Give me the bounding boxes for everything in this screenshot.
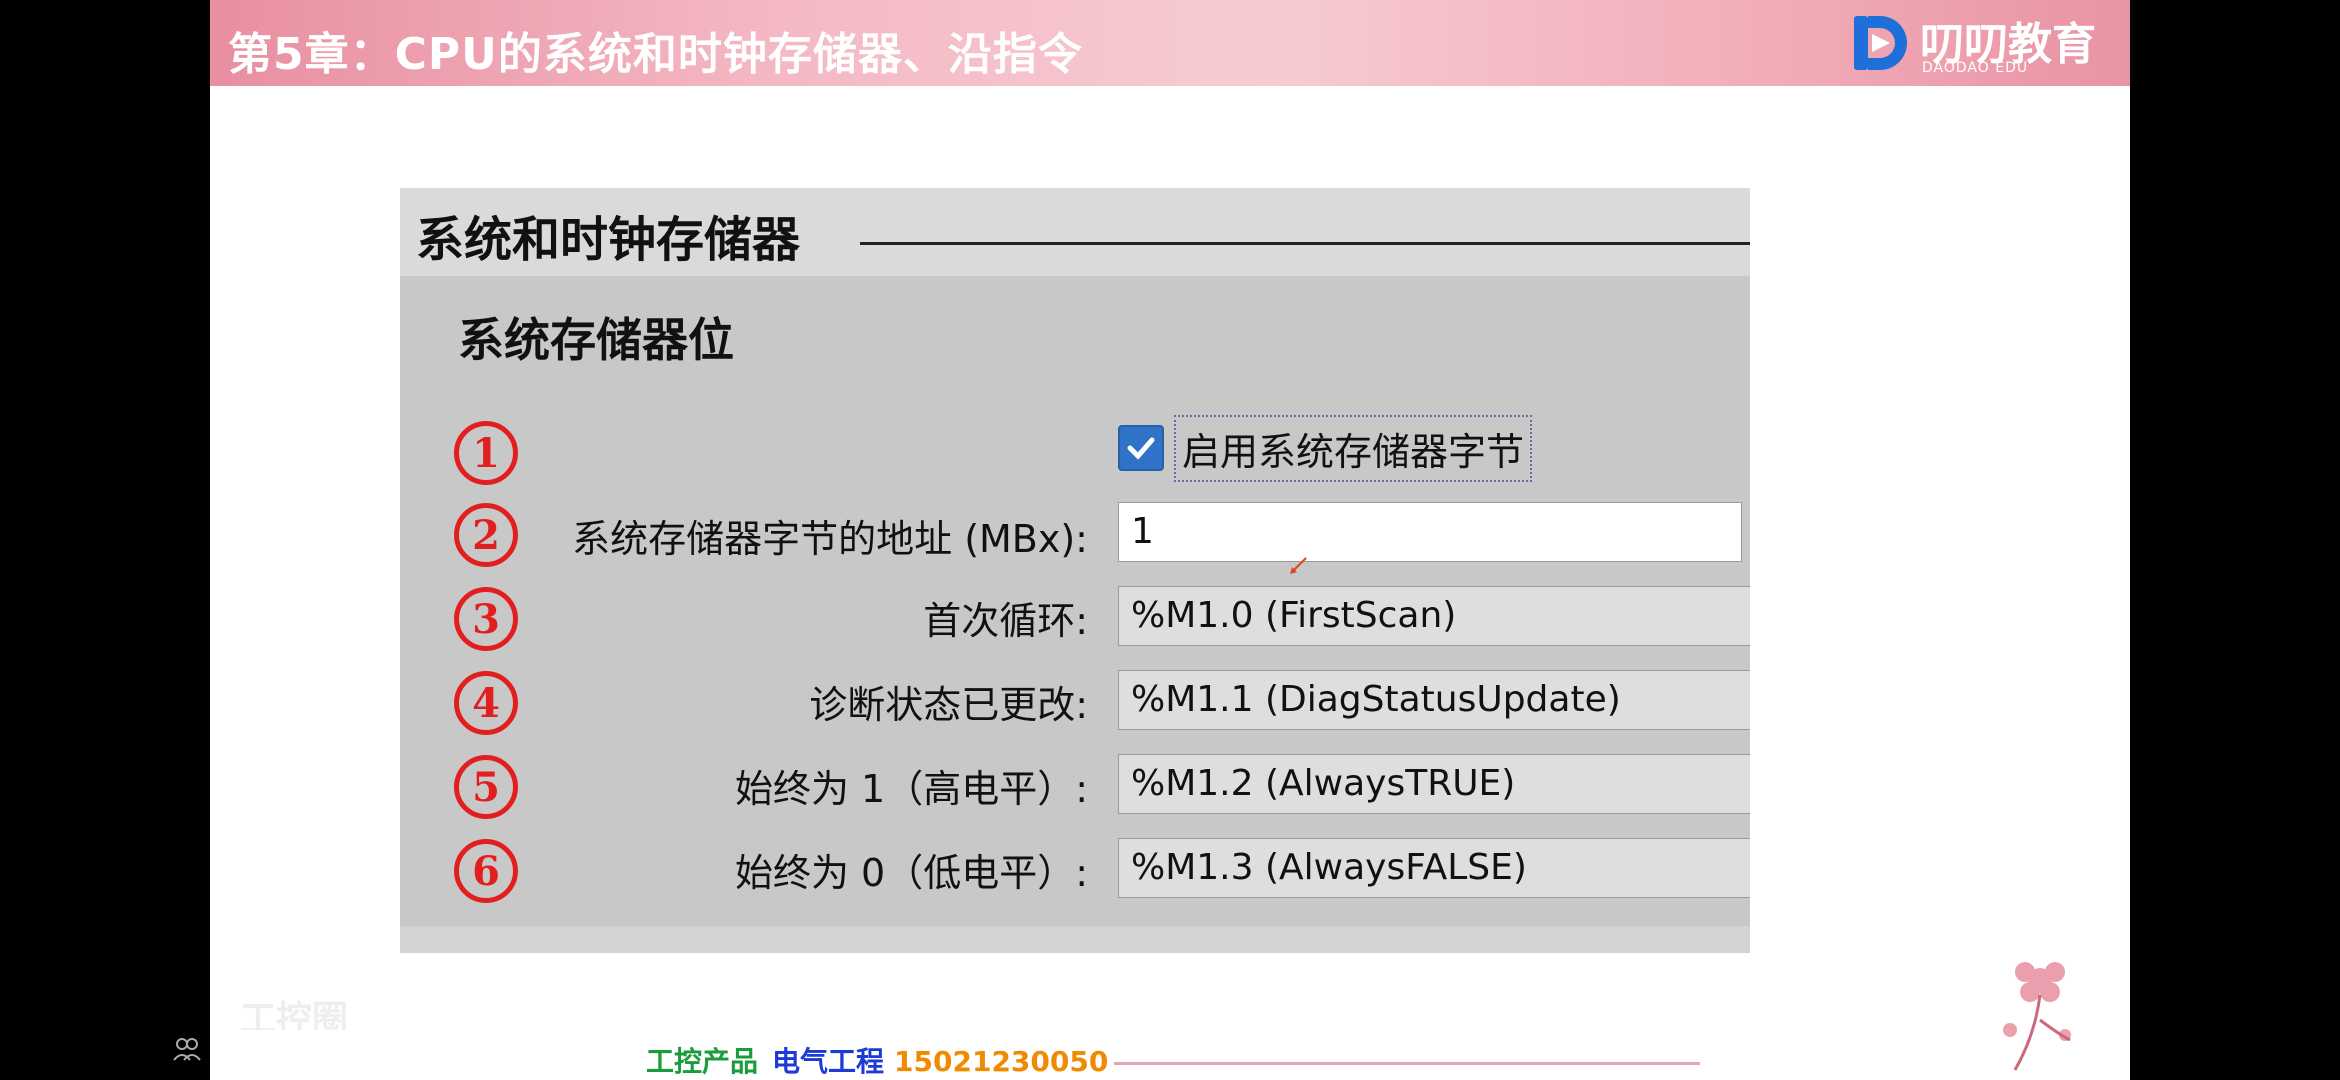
always-true-field: %M1.2 (AlwaysTRUE) [1118,754,1750,814]
mouse-pointer-icon [1290,557,1307,574]
panel-divider [860,242,1750,245]
slide-title: 第5章：CPU的系统和时钟存储器、沿指令 [228,29,1083,80]
always-false-label: 始终为 0（低电平）: [734,851,1088,895]
flower-decoration-icon [2003,962,2071,1071]
slide-header: 第5章：CPU的系统和时钟存储器、沿指令 叨叨教育 DAODAO EDU [210,0,2130,86]
always-false-field: %M1.3 (AlwaysFALSE) [1118,838,1750,898]
marker-4: 4 [454,671,518,735]
footer-engineering: 电气工程 [772,1045,885,1078]
marker-5: 5 [454,755,518,819]
first-scan-label: 首次循环: [923,599,1088,643]
brand-logo: 叨叨教育 DAODAO EDU [1850,6,2096,80]
slide: 第5章：CPU的系统和时钟存储器、沿指令 叨叨教育 DAODAO EDU 系统和… [210,0,2130,1080]
address-input[interactable]: 1 [1118,502,1742,562]
footer-contact: 工控产品 电气工程 15021230050 [640,1040,1115,1080]
enable-system-memory-checkbox-row[interactable]: 启用系统存储器字节 [1118,414,1533,482]
footer-phone: 15021230050 [894,1045,1109,1078]
slide-footer: 工控产品 电气工程 15021230050 [210,1030,2130,1080]
first-scan-field: %M1.0 (FirstScan) [1118,586,1750,646]
diag-status-label: 诊断状态已更改: [809,683,1088,727]
enable-system-memory-label[interactable]: 启用系统存储器字节 [1174,414,1533,482]
address-label: 系统存储器字节的地址 (MBx): [572,517,1088,561]
panel-title: 系统和时钟存储器 [416,212,801,268]
checkmark-icon [1127,437,1155,460]
diag-status-field: %M1.1 (DiagStatusUpdate) [1118,670,1750,730]
footer-products: 工控产品 [646,1045,759,1078]
logo-icon [1854,16,1907,70]
group-title: 系统存储器位 [458,313,734,367]
always-true-label: 始终为 1（高电平）: [734,767,1088,811]
logo-subtext: DAODAO EDU [1922,60,2029,76]
marker-3: 3 [454,587,518,651]
people-icon[interactable] [172,1036,202,1062]
system-clock-memory-panel: 系统和时钟存储器 系统存储器位 1 启用系统存储器字节 2 系统存储器字节的地址… [400,188,1750,953]
enable-system-memory-checkbox[interactable] [1118,425,1164,471]
system-memory-group: 系统存储器位 1 启用系统存储器字节 2 系统存储器字节的地址 (MBx): 1… [400,276,1750,926]
marker-1: 1 [454,421,518,485]
panel-header: 系统和时钟存储器 [400,188,1750,276]
marker-2: 2 [454,503,518,567]
marker-6: 6 [454,839,518,903]
